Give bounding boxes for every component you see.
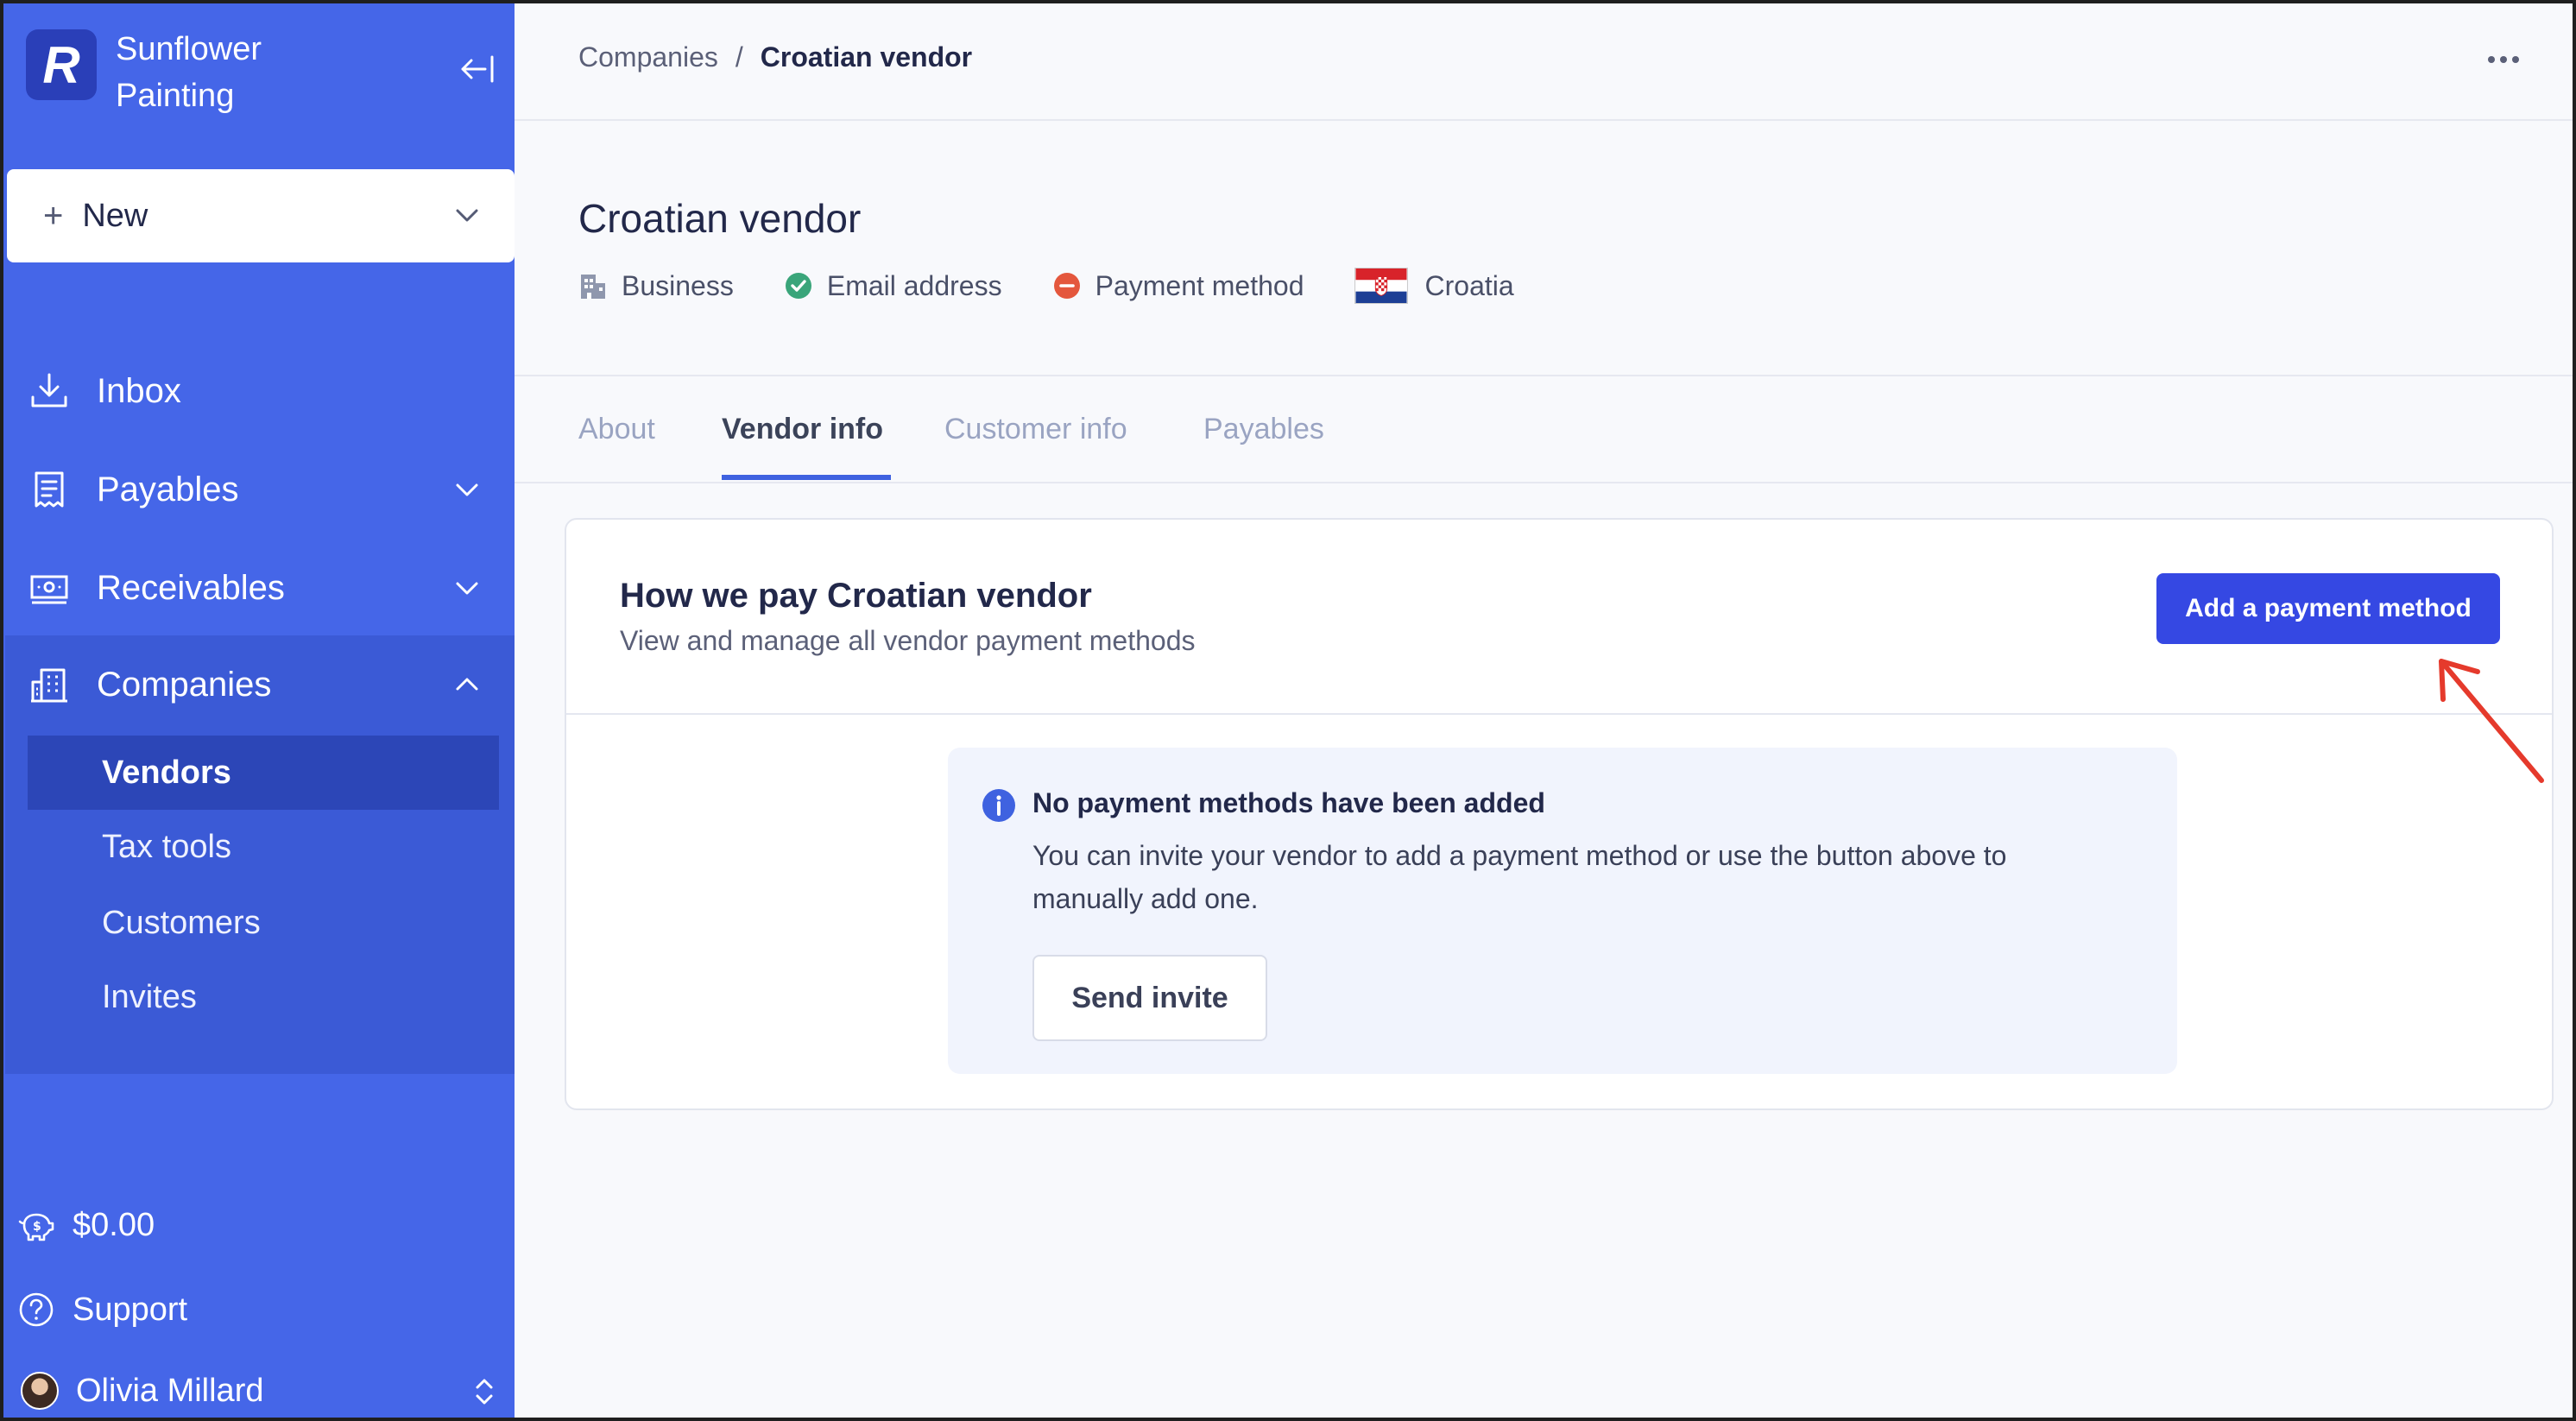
balance-item[interactable]: $ $0.00 <box>3 1195 515 1255</box>
inbox-download-icon <box>31 373 67 407</box>
badge-payment-label: Payment method <box>1095 269 1304 301</box>
chevron-up-icon <box>456 678 478 691</box>
sidebar-item-inbox[interactable]: Inbox <box>3 342 515 440</box>
avatar <box>21 1372 59 1410</box>
add-payment-method-button[interactable]: Add a payment method <box>2156 573 2500 644</box>
badge-payment: Payment method <box>1052 270 1304 302</box>
companies-group: Companies Vendors Tax tools Customers In… <box>5 635 515 1074</box>
sidebar-item-label: Payables <box>97 470 239 508</box>
user-name: Olivia Millard <box>76 1372 264 1409</box>
tab-about[interactable]: About <box>578 413 655 483</box>
tab-customer-info[interactable]: Customer info <box>944 413 1127 483</box>
croatia-flag-icon <box>1354 268 1408 304</box>
badge-email: Email address <box>784 270 1002 302</box>
sidebar-item-receivables[interactable]: Receivables <box>3 539 515 637</box>
new-button-label: New <box>82 197 148 234</box>
empty-state-title: No payment methods have been added <box>1032 787 1545 818</box>
breadcrumb-separator: / <box>735 41 743 73</box>
check-circle-icon <box>785 273 811 299</box>
chevron-up-down-icon <box>476 1379 493 1405</box>
more-options-icon[interactable] <box>2478 47 2529 73</box>
support-label: Support <box>73 1291 188 1328</box>
card-title: How we pay Croatian vendor <box>620 577 1092 615</box>
sidebar-item-label: Companies <box>97 665 272 704</box>
tab-payables[interactable]: Payables <box>1203 413 1324 483</box>
card-subtitle: View and manage all vendor payment metho… <box>620 625 1196 656</box>
tab-vendor-info[interactable]: Vendor info <box>722 413 883 483</box>
badge-country-label: Croatia <box>1424 269 1514 301</box>
user-menu[interactable]: Olivia Millard <box>3 1361 515 1418</box>
building-icon <box>31 668 67 703</box>
receipt-icon <box>35 471 64 508</box>
chevron-down-icon <box>456 582 478 595</box>
brand[interactable]: R Sunflower Painting <box>26 29 340 119</box>
info-icon <box>982 789 1015 822</box>
card-header: How we pay Croatian vendor View and mana… <box>566 520 2552 715</box>
sidebar-subitem-invites[interactable]: Invites <box>28 960 499 1034</box>
badge-business-label: Business <box>622 269 734 301</box>
main-content: Companies / Croatian vendor Croatian vendo… <box>515 3 2573 1418</box>
support-item[interactable]: Support <box>3 1279 515 1340</box>
office-building-icon <box>581 275 605 299</box>
active-tab-indicator <box>722 475 891 480</box>
plus-icon: + <box>43 196 64 235</box>
brand-logo: R <box>26 29 97 100</box>
piggy-bank-icon: $ <box>18 1213 54 1241</box>
new-button[interactable]: + New <box>7 169 515 262</box>
sidebar: R Sunflower Painting + New Inbox Payable… <box>3 3 515 1418</box>
breadcrumb-parent[interactable]: Companies <box>578 41 718 73</box>
breadcrumb: Companies / Croatian vendor <box>578 41 972 73</box>
vendor-badges: Business Email address Payment method Cr… <box>578 268 1564 304</box>
svg-text:$: $ <box>33 1220 41 1234</box>
badge-country: Croatia <box>1354 268 1514 304</box>
payment-methods-card: How we pay Croatian vendor View and mana… <box>565 518 2554 1110</box>
sidebar-item-label: Inbox <box>97 371 181 410</box>
sidebar-subitem-vendors[interactable]: Vendors <box>28 736 499 810</box>
brand-name: Sunflower Painting <box>116 31 262 114</box>
app-window: R Sunflower Painting + New Inbox Payable… <box>3 3 2573 1418</box>
chevron-down-icon <box>456 209 478 222</box>
annotation-arrow-icon <box>2439 659 2544 783</box>
badge-email-label: Email address <box>826 269 1002 301</box>
empty-state-panel: No payment methods have been added You c… <box>948 748 2177 1074</box>
top-bar: Companies / Croatian vendor <box>515 3 2573 121</box>
sidebar-item-payables[interactable]: Payables <box>3 440 515 539</box>
sidebar-subitem-customers[interactable]: Customers <box>28 886 499 960</box>
sidebar-item-companies[interactable]: Companies <box>3 635 515 734</box>
vendor-header: Croatian vendor Business Email address P… <box>515 121 2573 376</box>
chevron-down-icon <box>456 483 478 496</box>
sidebar-subitem-tax-tools[interactable]: Tax tools <box>28 810 499 884</box>
page-title: Croatian vendor <box>578 196 862 241</box>
balance-amount: $0.00 <box>73 1206 155 1243</box>
sidebar-item-label: Receivables <box>97 568 285 607</box>
minus-circle-icon <box>1053 273 1080 299</box>
help-circle-icon <box>19 1292 54 1327</box>
tab-bar: About Vendor info Customer info Payables <box>515 376 2573 483</box>
empty-state-description: You can invite your vendor to add a paym… <box>1032 840 2007 914</box>
breadcrumb-current: Croatian vendor <box>760 41 973 73</box>
banknote-icon <box>30 575 68 604</box>
send-invite-button[interactable]: Send invite <box>1032 955 1267 1041</box>
collapse-sidebar-icon[interactable] <box>459 52 497 86</box>
badge-business: Business <box>578 270 734 302</box>
